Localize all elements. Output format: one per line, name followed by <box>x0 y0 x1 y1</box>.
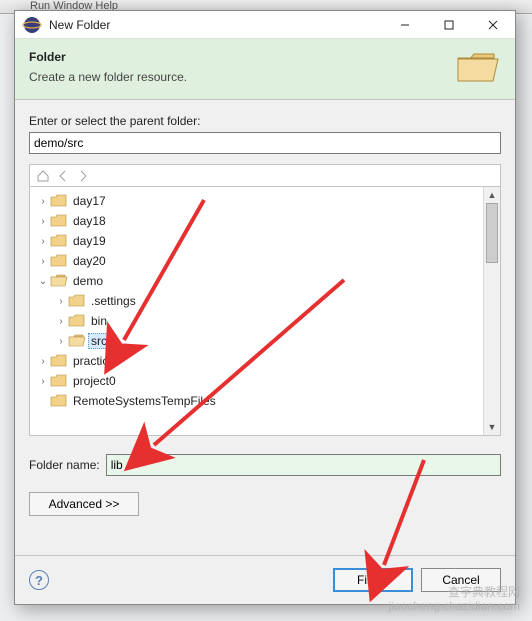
header-band: Folder Create a new folder resource. <box>15 39 515 100</box>
parent-folder-input[interactable] <box>29 132 501 154</box>
folder-name-label: Folder name: <box>29 458 100 472</box>
chevron-right-icon[interactable]: › <box>36 256 50 267</box>
tree-item[interactable]: › day19 <box>32 231 481 251</box>
chevron-right-icon[interactable]: › <box>54 336 68 347</box>
folder-open-icon <box>455 49 501 85</box>
back-icon[interactable] <box>56 169 70 183</box>
advanced-button[interactable]: Advanced >> <box>29 492 139 516</box>
tree-item[interactable]: › project0 <box>32 371 481 391</box>
folder-icon <box>50 353 68 369</box>
tree-item-label: demo <box>70 273 106 289</box>
tree-item[interactable]: › src <box>32 331 481 351</box>
chevron-down-icon[interactable]: ⌄ <box>36 276 50 287</box>
chevron-right-icon[interactable]: › <box>54 316 68 327</box>
tree-item-label: day17 <box>70 193 109 209</box>
titlebar: New Folder <box>15 11 515 39</box>
scroll-up-icon[interactable]: ▲ <box>484 187 500 203</box>
help-icon[interactable]: ? <box>29 570 49 590</box>
dialog-title: New Folder <box>49 18 383 32</box>
chevron-right-icon[interactable]: › <box>36 216 50 227</box>
tree-item-label: .settings <box>88 293 139 309</box>
folder-icon <box>50 393 68 409</box>
scroll-down-icon[interactable]: ▼ <box>484 419 500 435</box>
home-icon[interactable] <box>36 169 50 183</box>
tree-item[interactable]: › .settings <box>32 291 481 311</box>
folder-icon <box>50 373 68 389</box>
tree-item[interactable]: › day17 <box>32 191 481 211</box>
folder-tree[interactable]: ›day17›day18›day19›day20⌄demo›.settings›… <box>30 187 483 435</box>
parent-folder-label: Enter or select the parent folder: <box>29 114 501 128</box>
tree-toolbar <box>29 164 501 186</box>
tree-item[interactable]: › day20 <box>32 251 481 271</box>
chevron-right-icon[interactable]: › <box>36 376 50 387</box>
maximize-button[interactable] <box>427 11 471 38</box>
tree-item-label: project0 <box>70 373 119 389</box>
folder-icon <box>68 313 86 329</box>
minimize-button[interactable] <box>383 11 427 38</box>
tree-item[interactable]: › bin <box>32 311 481 331</box>
tree-item[interactable]: › practice <box>32 351 481 371</box>
folder-icon <box>50 253 68 269</box>
folder-name-input[interactable] <box>106 454 501 476</box>
tree-item-label: RemoteSystemsTempFiles <box>70 393 219 409</box>
tree-scrollbar[interactable]: ▲ ▼ <box>483 187 500 435</box>
tree-item-label: day20 <box>70 253 109 269</box>
close-button[interactable] <box>471 11 515 38</box>
folder-icon <box>68 293 86 309</box>
chevron-right-icon[interactable]: › <box>54 296 68 307</box>
tree-item-label: day19 <box>70 233 109 249</box>
header-title: Folder <box>29 50 455 64</box>
tree-item-label: bin <box>88 313 110 329</box>
cancel-button[interactable]: Cancel <box>421 568 501 592</box>
folder-icon <box>50 233 68 249</box>
new-folder-dialog: New Folder Folder Create a new folder re… <box>14 10 516 605</box>
scroll-thumb[interactable] <box>486 203 498 263</box>
chevron-right-icon[interactable]: › <box>36 196 50 207</box>
chevron-right-icon[interactable]: › <box>36 236 50 247</box>
folder-open-icon <box>50 273 68 289</box>
header-description: Create a new folder resource. <box>29 70 455 84</box>
folder-icon <box>50 213 68 229</box>
eclipse-icon <box>21 14 43 36</box>
tree-item-label: src <box>88 333 110 349</box>
finish-button[interactable]: Finish <box>333 568 413 592</box>
folder-icon <box>50 193 68 209</box>
tree-item-label: day18 <box>70 213 109 229</box>
chevron-right-icon[interactable]: › <box>36 356 50 367</box>
folder-open-icon <box>68 333 86 349</box>
dialog-footer: ? Finish Cancel <box>15 555 515 604</box>
tree-item[interactable]: ⌄ demo <box>32 271 481 291</box>
tree-item[interactable]: ›RemoteSystemsTempFiles <box>32 391 481 411</box>
forward-icon[interactable] <box>76 169 90 183</box>
tree-item[interactable]: › day18 <box>32 211 481 231</box>
tree-item-label: practice <box>70 353 118 369</box>
